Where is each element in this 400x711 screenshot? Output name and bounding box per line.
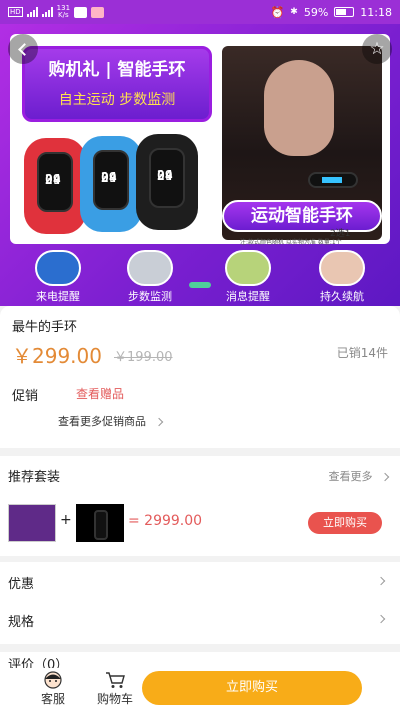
product-name: 最牛的手环 [12, 320, 78, 335]
view-gift-link[interactable]: 查看赠品 [76, 385, 124, 402]
app-icon [91, 6, 105, 18]
promo-label: 促销 [12, 389, 39, 404]
band-images: 09 24 09 24 09 24 [24, 134, 224, 234]
promo-subtitle: 自主运动 步数监测 [58, 92, 176, 108]
product-info: 最牛的手环 ￥299.00 ￥199.00 已销14件 促销 查看赠品 查看更多… [0, 306, 400, 448]
disclaimer: 注:款式颜色随机 以实物为准 数量:1个 [240, 239, 342, 246]
signal-icon [26, 7, 38, 17]
favorite-button[interactable]: ☆ [362, 34, 392, 64]
signal-icon-2 [41, 7, 53, 17]
band-blue: 09 24 [80, 136, 142, 232]
more-promo-link[interactable]: 查看更多促销商品 [58, 413, 163, 429]
product-banner[interactable]: 购机礼 | 智能手环 自主运动 步数监测 09 24 09 24 09 24 运动智能… [0, 24, 400, 306]
spec-row[interactable]: 规格 [0, 600, 400, 640]
plus-sign: + [60, 512, 72, 528]
customer-service-button[interactable]: 客服 [28, 670, 78, 707]
net-speed: 131 K/s [56, 4, 71, 19]
feature-list: 来电提醒 步数监测 消息提醒 持久续航 [0, 250, 400, 304]
bundle-buy-button[interactable]: 立即购买 [308, 512, 382, 534]
band-red: 09 24 [24, 138, 86, 234]
bundle-price: = 2999.00 [128, 513, 203, 529]
promo-box: 购机礼 | 智能手环 自主运动 步数监测 [22, 46, 212, 122]
bundle-title: 推荐套装 [8, 470, 61, 485]
bottom-action-bar: 客服 购物车 立即购买 [0, 668, 400, 711]
status-bar: HD 131 K/s ⏰ ✱ 59% 11:18 [0, 0, 400, 24]
battery-percent: 59% [303, 5, 329, 19]
feature-steps: 步数监测 [106, 250, 194, 304]
chevron-right-icon [154, 417, 163, 427]
hd-icon: HD [8, 7, 23, 17]
chevron-right-icon [376, 576, 386, 586]
vibrate-icon: ✱ [290, 7, 298, 17]
chevron-right-icon [380, 472, 390, 482]
bundle-more-link[interactable]: 查看更多 [329, 468, 390, 484]
product-price: ￥299.00 [12, 344, 102, 368]
buy-now-button[interactable]: 立即购买 [142, 671, 362, 705]
original-price: ￥199.00 [114, 350, 173, 365]
bundle-item-image[interactable] [8, 504, 56, 542]
alarm-icon: ⏰ [270, 5, 285, 19]
bundle-section: 推荐套装 查看更多 + = 2999.00 立即购买 [0, 456, 400, 556]
cart-button[interactable]: 购物车 [90, 670, 140, 707]
wechat-icon [74, 6, 88, 18]
discount-row[interactable]: 优惠 [0, 562, 400, 602]
feature-battery: 持久续航 [298, 250, 386, 304]
back-button[interactable] [8, 34, 38, 64]
service-avatar-icon [44, 671, 62, 689]
sold-count: 已销14件 [336, 346, 388, 360]
cart-icon [106, 672, 125, 688]
chevron-left-icon [18, 42, 31, 56]
promo-title: 购机礼 | 智能手环 [48, 60, 186, 80]
star-icon: ☆ [369, 38, 385, 59]
chevron-right-icon [376, 614, 386, 624]
feature-call: 来电提醒 [14, 250, 102, 304]
options-section: 优惠 规格 [0, 562, 400, 644]
banner-badge: 运动智能手环 [222, 200, 382, 232]
band-black: 09 24 [136, 134, 198, 230]
bundle-item-image-2[interactable] [76, 504, 124, 542]
battery-icon [334, 7, 355, 17]
carousel-indicator[interactable] [189, 282, 211, 288]
feature-message: 消息提醒 [204, 250, 292, 304]
clock: 11:18 [360, 5, 392, 19]
